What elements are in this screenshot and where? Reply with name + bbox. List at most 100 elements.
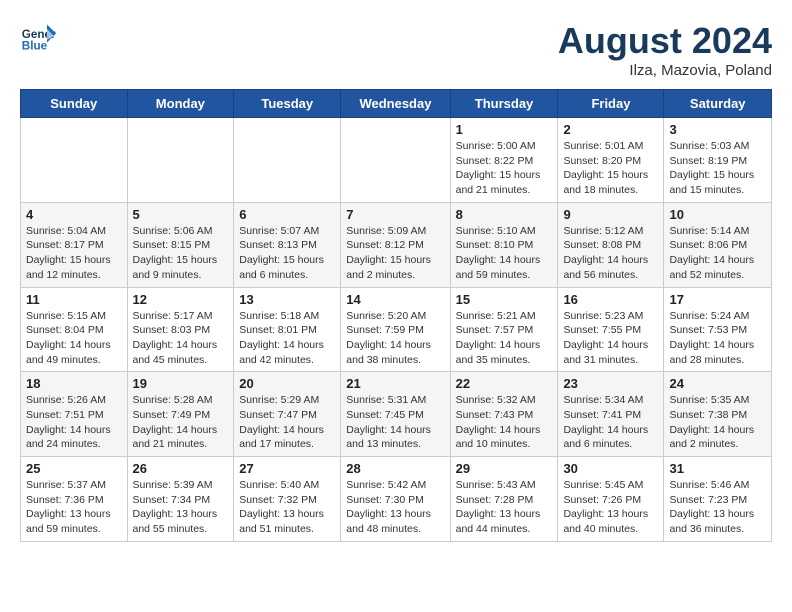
calendar-cell xyxy=(234,118,341,203)
logo-icon: General Blue xyxy=(20,20,56,56)
calendar-day-header: Friday xyxy=(558,90,664,118)
calendar-cell: 23 Sunrise: 5:34 AM Sunset: 7:41 PM Dayli… xyxy=(558,372,664,457)
calendar-day-header: Monday xyxy=(127,90,234,118)
day-number: 18 xyxy=(26,376,122,391)
calendar-cell: 17 Sunrise: 5:24 AM Sunset: 7:53 PM Dayli… xyxy=(664,287,772,372)
day-number: 1 xyxy=(456,122,553,137)
day-info: Sunrise: 5:34 AM Sunset: 7:41 PM Dayligh… xyxy=(563,393,658,452)
day-number: 7 xyxy=(346,207,444,222)
svg-text:Blue: Blue xyxy=(22,40,48,53)
day-number: 24 xyxy=(669,376,766,391)
day-info: Sunrise: 5:31 AM Sunset: 7:45 PM Dayligh… xyxy=(346,393,444,452)
calendar-day-header: Thursday xyxy=(450,90,558,118)
calendar-cell: 31 Sunrise: 5:46 AM Sunset: 7:23 PM Dayli… xyxy=(664,457,772,542)
calendar-cell: 11Sunrise: 5:15 AM Sunset: 8:04 PM Dayli… xyxy=(21,287,128,372)
day-info: Sunrise: 5:39 AM Sunset: 7:34 PM Dayligh… xyxy=(133,478,229,537)
calendar-week-row: 25 Sunrise: 5:37 AM Sunset: 7:36 PM Dayli… xyxy=(21,457,772,542)
calendar-cell: 12Sunrise: 5:17 AM Sunset: 8:03 PM Dayli… xyxy=(127,287,234,372)
calendar-cell: 15 Sunrise: 5:21 AM Sunset: 7:57 PM Dayli… xyxy=(450,287,558,372)
day-number: 27 xyxy=(239,461,335,476)
calendar-table: SundayMondayTuesdayWednesdayThursdayFrid… xyxy=(20,89,772,542)
day-info: Sunrise: 5:35 AM Sunset: 7:38 PM Dayligh… xyxy=(669,393,766,452)
day-info: Sunrise: 5:40 AM Sunset: 7:32 PM Dayligh… xyxy=(239,478,335,537)
calendar-cell: 9 Sunrise: 5:12 AM Sunset: 8:08 PM Daylig… xyxy=(558,202,664,287)
location: Ilza, Mazovia, Poland xyxy=(558,62,772,79)
day-number: 8 xyxy=(456,207,553,222)
calendar-week-row: 4 Sunrise: 5:04 AM Sunset: 8:17 PM Daylig… xyxy=(21,202,772,287)
title-area: August 2024 Ilza, Mazovia, Poland xyxy=(558,20,772,79)
day-number: 25 xyxy=(26,461,122,476)
calendar-cell: 16 Sunrise: 5:23 AM Sunset: 7:55 PM Dayli… xyxy=(558,287,664,372)
calendar-cell: 22Sunrise: 5:32 AM Sunset: 7:43 PM Dayli… xyxy=(450,372,558,457)
calendar-header-row: SundayMondayTuesdayWednesdayThursdayFrid… xyxy=(21,90,772,118)
day-info: Sunrise: 5:42 AM Sunset: 7:30 PM Dayligh… xyxy=(346,478,444,537)
day-info: Sunrise: 5:09 AM Sunset: 8:12 PM Dayligh… xyxy=(346,224,444,283)
calendar-week-row: 11Sunrise: 5:15 AM Sunset: 8:04 PM Dayli… xyxy=(21,287,772,372)
day-info: Sunrise: 5:23 AM Sunset: 7:55 PM Dayligh… xyxy=(563,309,658,368)
calendar-cell xyxy=(127,118,234,203)
day-number: 29 xyxy=(456,461,553,476)
calendar-cell: 29 Sunrise: 5:43 AM Sunset: 7:28 PM Dayli… xyxy=(450,457,558,542)
day-number: 3 xyxy=(669,122,766,137)
calendar-cell: 27 Sunrise: 5:40 AM Sunset: 7:32 PM Dayli… xyxy=(234,457,341,542)
logo: General Blue xyxy=(20,20,56,56)
day-info: Sunrise: 5:03 AM Sunset: 8:19 PM Dayligh… xyxy=(669,139,766,198)
day-number: 19 xyxy=(133,376,229,391)
calendar-cell: 5Sunrise: 5:06 AM Sunset: 8:15 PM Daylig… xyxy=(127,202,234,287)
day-info: Sunrise: 5:18 AM Sunset: 8:01 PM Dayligh… xyxy=(239,309,335,368)
calendar-cell: 2Sunrise: 5:01 AM Sunset: 8:20 PM Daylig… xyxy=(558,118,664,203)
calendar-cell: 19 Sunrise: 5:28 AM Sunset: 7:49 PM Dayli… xyxy=(127,372,234,457)
day-info: Sunrise: 5:00 AM Sunset: 8:22 PM Dayligh… xyxy=(456,139,553,198)
day-info: Sunrise: 5:04 AM Sunset: 8:17 PM Dayligh… xyxy=(26,224,122,283)
day-info: Sunrise: 5:10 AM Sunset: 8:10 PM Dayligh… xyxy=(456,224,553,283)
calendar-day-header: Wednesday xyxy=(341,90,450,118)
day-info: Sunrise: 5:24 AM Sunset: 7:53 PM Dayligh… xyxy=(669,309,766,368)
day-info: Sunrise: 5:45 AM Sunset: 7:26 PM Dayligh… xyxy=(563,478,658,537)
day-info: Sunrise: 5:21 AM Sunset: 7:57 PM Dayligh… xyxy=(456,309,553,368)
day-number: 31 xyxy=(669,461,766,476)
day-info: Sunrise: 5:07 AM Sunset: 8:13 PM Dayligh… xyxy=(239,224,335,283)
day-number: 6 xyxy=(239,207,335,222)
day-info: Sunrise: 5:01 AM Sunset: 8:20 PM Dayligh… xyxy=(563,139,658,198)
day-info: Sunrise: 5:17 AM Sunset: 8:03 PM Dayligh… xyxy=(133,309,229,368)
calendar-cell xyxy=(341,118,450,203)
day-info: Sunrise: 5:37 AM Sunset: 7:36 PM Dayligh… xyxy=(26,478,122,537)
calendar-cell: 24 Sunrise: 5:35 AM Sunset: 7:38 PM Dayli… xyxy=(664,372,772,457)
day-number: 9 xyxy=(563,207,658,222)
calendar-cell: 28 Sunrise: 5:42 AM Sunset: 7:30 PM Dayli… xyxy=(341,457,450,542)
day-info: Sunrise: 5:12 AM Sunset: 8:08 PM Dayligh… xyxy=(563,224,658,283)
day-number: 26 xyxy=(133,461,229,476)
day-info: Sunrise: 5:46 AM Sunset: 7:23 PM Dayligh… xyxy=(669,478,766,537)
day-number: 10 xyxy=(669,207,766,222)
day-info: Sunrise: 5:14 AM Sunset: 8:06 PM Dayligh… xyxy=(669,224,766,283)
calendar-cell: 4 Sunrise: 5:04 AM Sunset: 8:17 PM Daylig… xyxy=(21,202,128,287)
calendar-cell: 25 Sunrise: 5:37 AM Sunset: 7:36 PM Dayli… xyxy=(21,457,128,542)
day-info: Sunrise: 5:29 AM Sunset: 7:47 PM Dayligh… xyxy=(239,393,335,452)
day-number: 17 xyxy=(669,292,766,307)
day-info: Sunrise: 5:15 AM Sunset: 8:04 PM Dayligh… xyxy=(26,309,122,368)
calendar-day-header: Sunday xyxy=(21,90,128,118)
calendar-cell: 7 Sunrise: 5:09 AM Sunset: 8:12 PM Daylig… xyxy=(341,202,450,287)
day-number: 15 xyxy=(456,292,553,307)
calendar-cell: 3 Sunrise: 5:03 AM Sunset: 8:19 PM Daylig… xyxy=(664,118,772,203)
calendar-cell: 20Sunrise: 5:29 AM Sunset: 7:47 PM Dayli… xyxy=(234,372,341,457)
day-number: 16 xyxy=(563,292,658,307)
day-info: Sunrise: 5:32 AM Sunset: 7:43 PM Dayligh… xyxy=(456,393,553,452)
day-number: 23 xyxy=(563,376,658,391)
calendar-cell: 26 Sunrise: 5:39 AM Sunset: 7:34 PM Dayli… xyxy=(127,457,234,542)
day-info: Sunrise: 5:43 AM Sunset: 7:28 PM Dayligh… xyxy=(456,478,553,537)
day-number: 28 xyxy=(346,461,444,476)
month-title: August 2024 xyxy=(558,20,772,62)
calendar-cell: 30Sunrise: 5:45 AM Sunset: 7:26 PM Dayli… xyxy=(558,457,664,542)
day-number: 4 xyxy=(26,207,122,222)
calendar-cell: 10 Sunrise: 5:14 AM Sunset: 8:06 PM Dayli… xyxy=(664,202,772,287)
calendar-week-row: 18Sunrise: 5:26 AM Sunset: 7:51 PM Dayli… xyxy=(21,372,772,457)
day-number: 13 xyxy=(239,292,335,307)
day-info: Sunrise: 5:20 AM Sunset: 7:59 PM Dayligh… xyxy=(346,309,444,368)
calendar-cell: 13 Sunrise: 5:18 AM Sunset: 8:01 PM Dayli… xyxy=(234,287,341,372)
calendar-cell: 14Sunrise: 5:20 AM Sunset: 7:59 PM Dayli… xyxy=(341,287,450,372)
day-info: Sunrise: 5:28 AM Sunset: 7:49 PM Dayligh… xyxy=(133,393,229,452)
day-number: 21 xyxy=(346,376,444,391)
calendar-cell: 6 Sunrise: 5:07 AM Sunset: 8:13 PM Daylig… xyxy=(234,202,341,287)
calendar-cell: 1 Sunrise: 5:00 AM Sunset: 8:22 PM Daylig… xyxy=(450,118,558,203)
